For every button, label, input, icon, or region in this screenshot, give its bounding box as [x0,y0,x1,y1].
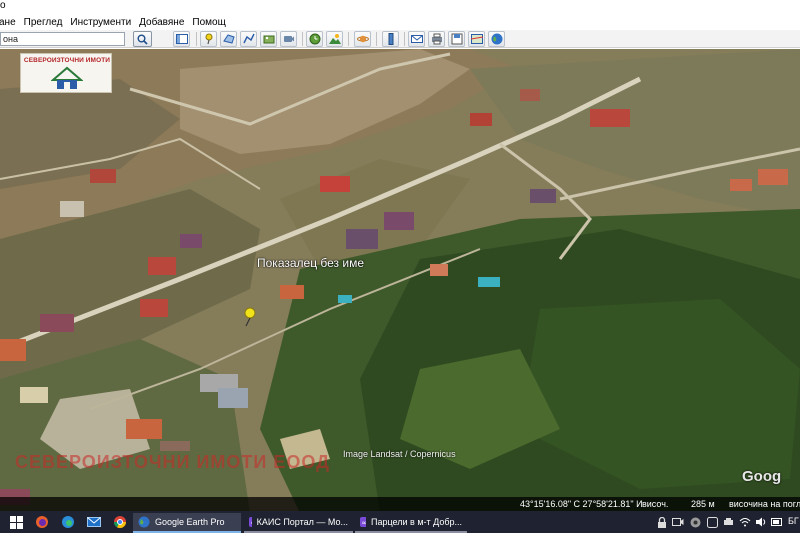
polygon-icon [222,34,235,44]
edge-icon [62,516,74,528]
tray-chrome[interactable] [688,515,702,529]
maps-view-button[interactable] [468,31,485,47]
taskbar-app-label: Парцели в м-т Добр... [371,517,462,527]
image-overlay-button[interactable] [260,31,277,47]
planet-icon [356,35,369,43]
eye-altitude-readout: височина на погл [729,499,800,509]
print-button[interactable] [428,31,445,47]
sidebar-toggle-button[interactable] [173,31,190,47]
coordinates-readout: 43°15'16.08" С 27°58'21.81" И [520,499,643,509]
taskbar-app-label: КАИС Портал — Мо... [256,517,348,527]
taskbar-app-kais-portal[interactable]: ∞ КАИС Портал — Мо... [244,513,353,533]
ruler-icon [388,33,393,45]
elevation-label: височ. [642,499,669,509]
taskbar-chrome[interactable] [112,514,128,530]
imagery-attribution: Image Landsat / Copernicus [343,449,456,459]
google-earth-brand: Goog [742,468,782,485]
app-tray-icon [706,516,718,528]
save-image-icon [451,33,462,45]
menu-add[interactable]: Добавяне [135,17,188,28]
speaker-icon [756,517,766,527]
tray-network[interactable] [738,515,752,529]
map-icon [470,34,483,44]
printer-tray-icon [723,517,733,525]
add-placemark-button[interactable] [200,31,217,47]
sunlight-button[interactable] [326,31,343,47]
taskbar-mail[interactable] [86,514,102,530]
lock-icon [658,516,666,528]
tray-volume[interactable] [754,515,768,529]
browser-tab-icon: ∞ [360,517,367,527]
watermark-text: СЕВЕРОИЗТОЧНИ ИМОТИ ЕООД [15,452,330,472]
taskbar-app-label: Google Earth Pro [155,517,225,527]
search-input[interactable] [0,32,125,46]
menu-help[interactable]: Помощ [188,17,229,28]
svg-text:∞: ∞ [362,519,367,527]
chrome-icon [114,516,126,529]
record-tour-button[interactable] [280,31,297,47]
taskbar-edge[interactable] [60,514,76,530]
ruler-button[interactable] [382,31,399,47]
search-icon [137,34,148,45]
historical-imagery-button[interactable] [306,31,323,47]
email-button[interactable] [408,31,425,47]
save-image-button[interactable] [448,31,465,47]
menu-bar: ане Преглед Инструменти Добавяне Помощ [0,14,800,30]
taskbar-app-parcels[interactable]: ∞ Парцели в м-т Добр... [355,513,467,533]
add-polygon-button[interactable] [220,31,237,47]
sun-icon [328,34,341,44]
google-earth-icon [138,516,150,528]
earth-gallery-button[interactable] [488,31,505,47]
pushpin-icon [205,33,212,45]
start-button[interactable] [8,514,24,530]
battery-icon [771,518,782,526]
elevation-value: 285 м [691,499,715,509]
envelope-icon [410,35,423,43]
menu-tools[interactable]: Инструменти [66,17,135,28]
status-bar: 43°15'16.08" С 27°58'21.81" И височ. 285… [0,497,800,511]
chrome-tray-icon [690,517,700,527]
wifi-icon [739,518,751,527]
sidebar-icon [175,34,188,44]
overlay-icon [263,35,274,44]
tray-lock[interactable] [655,515,669,529]
language-indicator[interactable]: БГ [788,516,799,526]
tray-battery[interactable] [770,515,784,529]
globe-icon [491,33,502,45]
map-view[interactable] [0,49,800,513]
svg-text:∞: ∞ [251,519,252,527]
logo-text: СЕВЕРОИЗТОЧНИ ИМОТИ [23,57,111,64]
tray-meet[interactable] [671,515,685,529]
mail-icon [87,517,101,527]
title-bar: о [0,0,800,14]
placemark-label[interactable]: Показалец без име [257,256,364,270]
menu-view[interactable]: Преглед [20,17,67,28]
search-button[interactable] [133,31,152,47]
printer-icon [431,33,442,45]
camera-icon [283,36,294,42]
meet-icon [672,518,684,526]
satellite-imagery [0,49,800,513]
windows-icon [9,515,23,529]
add-path-button[interactable] [240,31,257,47]
taskbar-app-google-earth[interactable]: Google Earth Pro [133,513,241,533]
firefox-icon [36,516,48,528]
placemark-pin-icon[interactable] [244,307,256,319]
tray-app-1[interactable] [705,515,719,529]
planets-button[interactable] [354,31,371,47]
clock-icon [309,33,320,45]
browser-tab-icon: ∞ [249,517,252,527]
window-title: о [0,0,6,11]
menu-file[interactable]: ане [0,17,20,28]
company-logo: СЕВЕРОИЗТОЧНИ ИМОТИ [20,53,112,93]
tray-app-2[interactable] [721,515,735,529]
taskbar-firefox[interactable] [34,514,50,530]
house-logo-icon [51,66,83,89]
path-icon [242,33,255,44]
